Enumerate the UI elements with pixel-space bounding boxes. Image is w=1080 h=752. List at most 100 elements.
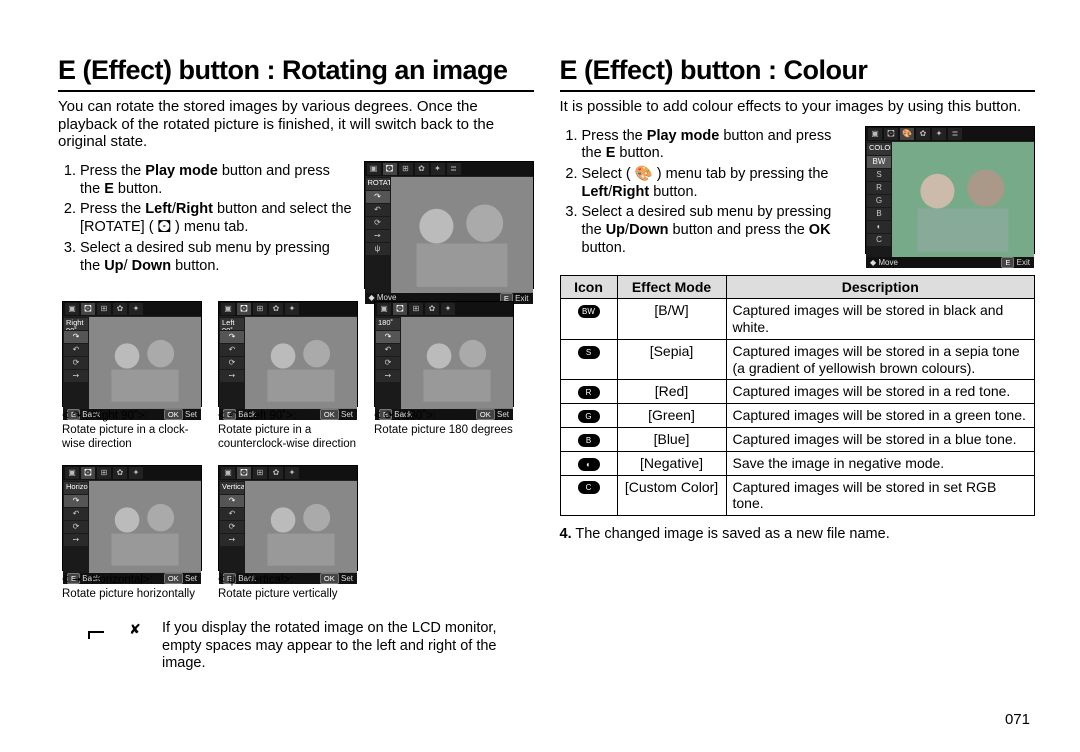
- step-3: Select a desired sub menu by pressing th…: [80, 240, 354, 275]
- cell-mode: [Red]: [617, 380, 726, 404]
- lcd-topbar: ▣🖸⊞✿✦: [63, 466, 201, 481]
- lcd-thumb: ▣🖸⊞✿✦Left 90˚↷↶⟳➙E BackOK Set: [218, 301, 358, 407]
- lcd-topbar: ▣🖸⊞✿✦: [219, 466, 357, 481]
- cell-icon: B: [560, 428, 617, 452]
- step-2: Press the Left/Right button and select t…: [80, 201, 354, 236]
- thumbnail: ▣🖸⊞✿✦180˚↷↶⟳➙E BackOK Set< ⟳ : 180˚>:Rot…: [374, 301, 516, 451]
- tab-icon: ✦: [932, 128, 946, 140]
- submenu-title: Right 90˚: [64, 318, 88, 330]
- side-icon: ↷: [64, 331, 88, 343]
- tab-icon: ✿: [425, 303, 439, 315]
- thumbnail: ▣🖸⊞✿✦Right 90˚↷↶⟳➙E BackOK Set< ↷ : Righ…: [62, 301, 204, 451]
- key-ok-icon: OK: [164, 409, 183, 420]
- tab-icon: ≣: [948, 128, 962, 140]
- effect-icon: G: [578, 410, 600, 423]
- tab-icon: ⊞: [253, 467, 267, 479]
- left-column: E (Effect) button : Rotating an image Yo…: [58, 55, 534, 673]
- step-2: Select ( 🎨 ) menu tab by pressing the Le…: [582, 166, 856, 201]
- lcd-side-menu: ROTATE ↷ ↶ ⟳ ➙ ψ: [365, 177, 391, 293]
- table-row: BW[B/W]Captured images will be stored in…: [560, 299, 1035, 340]
- lcd-side-menu: 180˚↷↶⟳➙: [375, 317, 401, 409]
- tab-icon-selected: 🖸: [237, 467, 251, 479]
- key-ok-icon: OK: [476, 409, 495, 420]
- thumbnail: ▣🖸⊞✿✦Left 90˚↷↶⟳➙E BackOK Set< ↶ : Left …: [218, 301, 360, 451]
- table-row: ◐[Negative]Save the image in negative mo…: [560, 451, 1035, 475]
- tab-icon: ⊞: [253, 303, 267, 315]
- lcd-preview-colour: ▣ 🖸 🎨 ✿ ✦ ≣ COLOR BW S R G: [865, 126, 1035, 254]
- tab-icon: ▣: [65, 467, 79, 479]
- cell-desc: Captured images will be stored in black …: [726, 299, 1035, 340]
- tab-icon: ▣: [221, 467, 235, 479]
- tab-icon: ✦: [441, 303, 455, 315]
- tab-icon: ✦: [129, 303, 143, 315]
- step-1: Press the Play mode button and press the…: [80, 163, 354, 198]
- key-e-icon: E: [1001, 257, 1014, 268]
- flip-horizontal-icon: ➙: [366, 230, 390, 242]
- cell-mode: [B/W]: [617, 299, 726, 340]
- side-icon: ⟳: [64, 357, 88, 369]
- negative-icon: ◐: [867, 221, 891, 233]
- tab-icon: ⊞: [97, 303, 111, 315]
- lcd-photo: [892, 142, 1034, 258]
- table-row: C[Custom Color]Captured images will be s…: [560, 475, 1035, 516]
- cell-mode: [Custom Color]: [617, 475, 726, 516]
- side-icon: ↶: [64, 508, 88, 520]
- tab-icon-selected: 🖸: [383, 163, 397, 175]
- tab-icon: ✦: [285, 467, 299, 479]
- flip-vertical-icon: ψ: [366, 243, 390, 255]
- side-icon: ➙: [220, 534, 244, 546]
- key-ok-icon: OK: [320, 409, 339, 420]
- tab-icon: ✦: [129, 467, 143, 479]
- side-icon: ⟳: [220, 521, 244, 533]
- effect-icon: C: [578, 481, 600, 494]
- palette-icon: 🎨: [900, 128, 914, 140]
- custom-color-icon: C: [867, 234, 891, 246]
- manual-page: E (Effect) button : Rotating an image Yo…: [0, 0, 1080, 752]
- menu-label: ROTATE: [366, 178, 390, 190]
- cell-icon: G: [560, 404, 617, 428]
- tab-icon: 🖸: [884, 128, 898, 140]
- hint-exit: E Exit: [1001, 257, 1030, 268]
- lcd-topbar: ▣ 🖸 ⊞ ✿ ✦ ≣: [365, 162, 533, 177]
- lcd-thumb: ▣🖸⊞✿✦Horizontal↷↶⟳➙E BackOK Set: [62, 465, 202, 571]
- lcd-side-menu: Right 90˚↷↶⟳➙: [63, 317, 89, 409]
- hint-set: OK Set: [164, 409, 197, 420]
- lcd-topbar: ▣🖸⊞✿✦: [375, 302, 513, 317]
- side-icon: ➙: [64, 534, 88, 546]
- lead-text-rotate: You can rotate the stored images by vari…: [58, 98, 534, 151]
- rotate-180-icon: ⟳: [366, 217, 390, 229]
- effect-icon: S: [578, 346, 600, 359]
- side-icon: ↷: [220, 331, 244, 343]
- lcd-topbar: ▣🖸⊞✿✦: [219, 302, 357, 317]
- cell-desc: Save the image in negative mode.: [726, 451, 1035, 475]
- tab-icon: ▣: [868, 128, 882, 140]
- side-icon: ↶: [376, 344, 400, 356]
- tab-icon: ▣: [221, 303, 235, 315]
- side-icon: ↷: [376, 331, 400, 343]
- lcd-thumb: ▣🖸⊞✿✦180˚↷↶⟳➙E BackOK Set: [374, 301, 514, 407]
- table-row: R[Red]Captured images will be stored in …: [560, 380, 1035, 404]
- effect-icon: B: [578, 434, 600, 447]
- thumbnail: ▣🖸⊞✿✦Horizontal↷↶⟳➙E BackOK Set< ➙ : Hor…: [62, 465, 204, 602]
- green-icon: G: [867, 195, 891, 207]
- hint-set: OK Set: [320, 573, 353, 584]
- lcd-photo: [401, 317, 513, 409]
- cell-desc: Captured images will be stored in a sepi…: [726, 339, 1035, 380]
- lcd-photo: [89, 317, 201, 409]
- photo-placeholder-icon: [89, 481, 201, 573]
- effect-icon: ◐: [578, 458, 600, 471]
- tab-icon: ▣: [377, 303, 391, 315]
- key-ok-icon: OK: [320, 573, 339, 584]
- tab-icon: ⊞: [399, 163, 413, 175]
- tab-icon: ⊞: [97, 467, 111, 479]
- table-row: S[Sepia]Captured images will be stored i…: [560, 339, 1035, 380]
- tab-icon-selected: 🖸: [237, 303, 251, 315]
- lcd-side-menu: Horizontal↷↶⟳➙: [63, 481, 89, 573]
- photo-placeholder-icon: [245, 481, 357, 573]
- tab-icon: ✿: [113, 303, 127, 315]
- lcd-side-menu: COLOR BW S R G B ◐ C: [866, 142, 892, 258]
- cell-icon: S: [560, 339, 617, 380]
- post-step: 4. The changed image is saved as a new f…: [560, 526, 1036, 542]
- side-icon: ↷: [220, 495, 244, 507]
- lcd-photo: [245, 317, 357, 409]
